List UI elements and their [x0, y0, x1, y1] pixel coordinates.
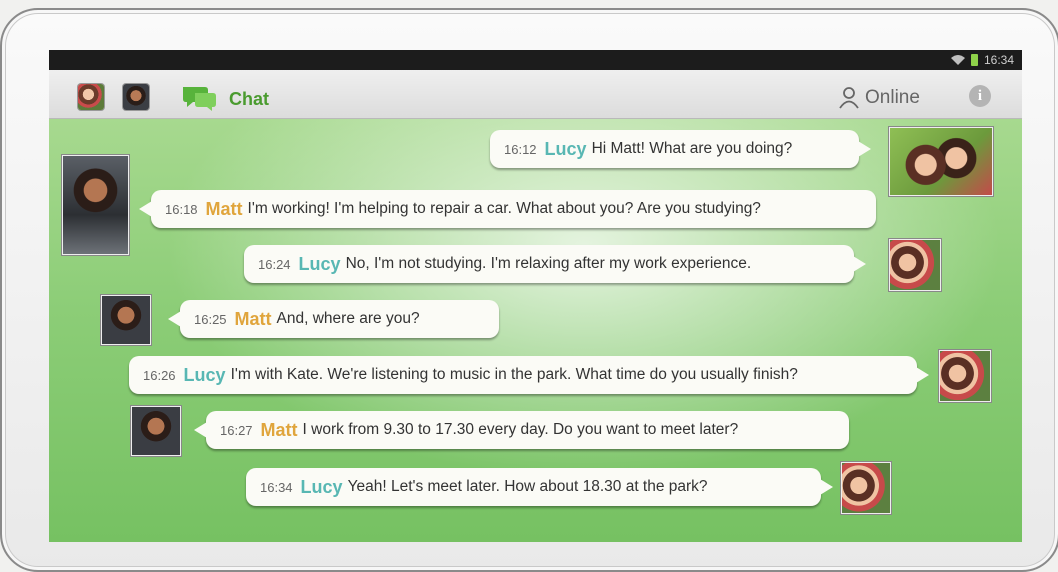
message-bubble: 16:12 Lucy Hi Matt! What are you doing?: [490, 130, 871, 168]
message-sender: Lucy: [298, 253, 341, 274]
person-icon: [839, 87, 859, 109]
message-text: I'm with Kate. We're listening to music …: [230, 366, 798, 383]
chat-toolbar: Chat Online i: [49, 70, 1022, 119]
status-time: 16:34: [983, 53, 1014, 67]
battery-icon: [970, 54, 978, 66]
avatar-matt: [62, 155, 129, 255]
message-sender: Matt: [234, 308, 272, 329]
message-list: 16:12 Lucy Hi Matt! What are you doing? …: [49, 119, 1022, 542]
message-sender: Lucy: [544, 138, 587, 159]
avatar-lucy: [889, 127, 993, 196]
online-label: Online: [865, 87, 920, 108]
avatar-lucy: [841, 462, 891, 514]
message-time: 16:18: [165, 201, 198, 217]
status-bar: 16:34: [49, 50, 1022, 70]
app-screen: 16:34 Chat Online i 16:12 Lucy Hi Matt! …: [49, 50, 1022, 542]
online-status[interactable]: Online: [839, 87, 920, 109]
message-bubble: 16:24 Lucy No, I'm not studying. I'm rel…: [244, 245, 866, 283]
message-time: 16:26: [143, 367, 176, 383]
avatar-lucy: [889, 239, 941, 291]
message-bubble: 16:34 Lucy Yeah! Let's meet later. How a…: [246, 468, 833, 506]
contact-avatar-lucy[interactable]: [78, 84, 104, 110]
message-time: 16:24: [258, 256, 291, 272]
message-time: 16:12: [504, 141, 537, 157]
message-sender: Lucy: [300, 476, 343, 497]
message-text: Hi Matt! What are you doing?: [591, 140, 793, 157]
message-text: No, I'm not studying. I'm relaxing after…: [345, 255, 752, 272]
avatar-matt: [131, 406, 181, 456]
contact-avatar-matt[interactable]: [123, 84, 149, 110]
message-sender: Lucy: [183, 364, 226, 385]
message-time: 16:25: [194, 311, 227, 327]
info-icon[interactable]: i: [969, 85, 991, 107]
message-text: Yeah! Let's meet later. How about 18.30 …: [347, 478, 708, 495]
message-bubble: 16:26 Lucy I'm with Kate. We're listenin…: [129, 356, 929, 394]
wifi-icon: [950, 55, 965, 65]
message-time: 16:34: [260, 479, 293, 495]
avatar-lucy: [939, 350, 991, 402]
message-bubble: 16:25 Matt And, where are you?: [168, 300, 499, 338]
message-bubble: 16:27 Matt I work from 9.30 to 17.30 eve…: [194, 411, 849, 449]
message-sender: Matt: [260, 419, 298, 440]
avatar-matt: [101, 295, 151, 345]
message-time: 16:27: [220, 422, 253, 438]
message-text: I'm working! I'm helping to repair a car…: [247, 200, 761, 217]
message-sender: Matt: [205, 198, 243, 219]
chat-icon: [181, 85, 217, 111]
message-text: I work from 9.30 to 17.30 every day. Do …: [302, 421, 739, 438]
message-bubble: 16:18 Matt I'm working! I'm helping to r…: [139, 190, 876, 228]
chat-title: Chat: [229, 89, 269, 109]
message-text: And, where are you?: [276, 310, 420, 327]
